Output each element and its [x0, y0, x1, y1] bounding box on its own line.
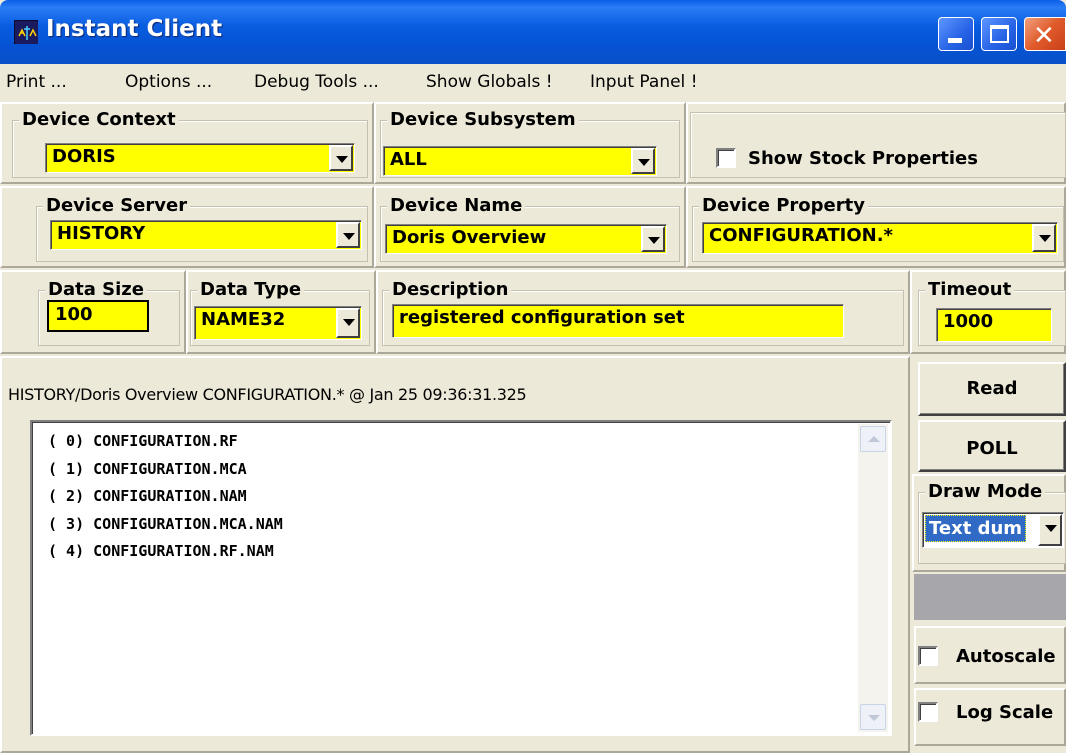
list-item: ( 2) CONFIGURATION.NAM [48, 487, 247, 505]
minimize-icon [948, 38, 962, 43]
menu-print[interactable]: Print ... [6, 72, 67, 92]
device-name-select[interactable]: Doris Overview [385, 224, 667, 254]
vertical-scrollbar[interactable] [858, 424, 888, 732]
show-stock-label: Show Stock Properties [748, 148, 978, 169]
menu-input-panel[interactable]: Input Panel ! [590, 72, 698, 92]
device-subsystem-value: ALL [390, 149, 427, 170]
data-size-input[interactable]: 100 [47, 300, 149, 332]
list-item: ( 3) CONFIGURATION.MCA.NAM [48, 515, 283, 533]
log-scale-checkbox[interactable] [918, 702, 938, 722]
maximize-button[interactable] [981, 17, 1017, 51]
chevron-down-icon[interactable] [1032, 224, 1056, 252]
menu-show-globals[interactable]: Show Globals ! [426, 72, 553, 92]
title-bar: Instant Client ✕ [0, 0, 1066, 64]
data-type-value: NAME32 [201, 309, 286, 330]
list-item: ( 4) CONFIGURATION.RF.NAM [48, 542, 274, 560]
device-property-select[interactable]: CONFIGURATION.* [702, 222, 1058, 254]
poll-button[interactable]: POLL [918, 420, 1066, 472]
chevron-down-icon[interactable] [641, 226, 665, 252]
device-name-value: Doris Overview [392, 227, 547, 248]
draw-mode-label: Draw Mode [925, 481, 1046, 502]
timeout-input[interactable]: 1000 [936, 308, 1052, 342]
autoscale-label: Autoscale [956, 646, 1056, 667]
log-scale-label: Log Scale [956, 702, 1054, 723]
device-server-label: Device Server [43, 195, 191, 216]
device-subsystem-label: Device Subsystem [387, 109, 579, 130]
description-value: registered configuration set [399, 307, 685, 328]
autoscale-checkbox[interactable] [918, 646, 938, 666]
data-type-label: Data Type [197, 279, 305, 300]
device-name-label: Device Name [387, 195, 526, 216]
list-item: ( 1) CONFIGURATION.MCA [48, 460, 247, 478]
device-property-value: CONFIGURATION.* [709, 225, 893, 246]
maximize-icon [990, 25, 1009, 43]
show-stock-checkbox[interactable] [716, 148, 736, 168]
scroll-down-icon[interactable] [860, 704, 886, 730]
menu-bar: Print ... Options ... Debug Tools ... Sh… [0, 64, 1066, 100]
read-button[interactable]: Read [918, 362, 1066, 416]
chevron-down-icon[interactable] [336, 222, 360, 248]
empty-area [914, 574, 1066, 620]
device-subsystem-select[interactable]: ALL [383, 146, 657, 176]
close-button[interactable]: ✕ [1024, 17, 1066, 51]
close-icon: ✕ [1033, 21, 1055, 51]
device-context-value: DORIS [52, 146, 116, 167]
output-text-area[interactable]: ( 0) CONFIGURATION.RF ( 1) CONFIGURATION… [30, 420, 892, 736]
data-size-value: 100 [55, 304, 93, 325]
app-icon[interactable] [14, 20, 38, 44]
scroll-up-icon[interactable] [860, 426, 886, 452]
list-item: ( 0) CONFIGURATION.RF [48, 432, 238, 450]
draw-mode-select[interactable]: Text dum [922, 512, 1064, 548]
device-server-value: HISTORY [57, 223, 146, 244]
data-type-select[interactable]: NAME32 [194, 306, 362, 340]
device-context-label: Device Context [19, 109, 179, 130]
output-status: HISTORY/Doris Overview CONFIGURATION.* @… [8, 385, 527, 404]
chevron-down-icon[interactable] [631, 148, 655, 174]
menu-debug-tools[interactable]: Debug Tools ... [254, 72, 379, 92]
device-property-label: Device Property [699, 195, 868, 216]
chevron-down-icon[interactable] [1038, 514, 1062, 546]
device-server-select[interactable]: HISTORY [50, 220, 362, 250]
window-title: Instant Client [46, 16, 223, 42]
device-context-select[interactable]: DORIS [45, 143, 355, 173]
draw-mode-value: Text dum [925, 515, 1027, 542]
menu-options[interactable]: Options ... [125, 72, 212, 92]
chevron-down-icon[interactable] [336, 308, 360, 338]
minimize-button[interactable] [938, 17, 974, 51]
description-field[interactable]: registered configuration set [392, 304, 844, 338]
timeout-label: Timeout [925, 279, 1015, 300]
data-size-label: Data Size [45, 279, 147, 300]
description-label: Description [389, 279, 512, 300]
timeout-value: 1000 [943, 311, 994, 332]
chevron-down-icon[interactable] [329, 145, 353, 171]
